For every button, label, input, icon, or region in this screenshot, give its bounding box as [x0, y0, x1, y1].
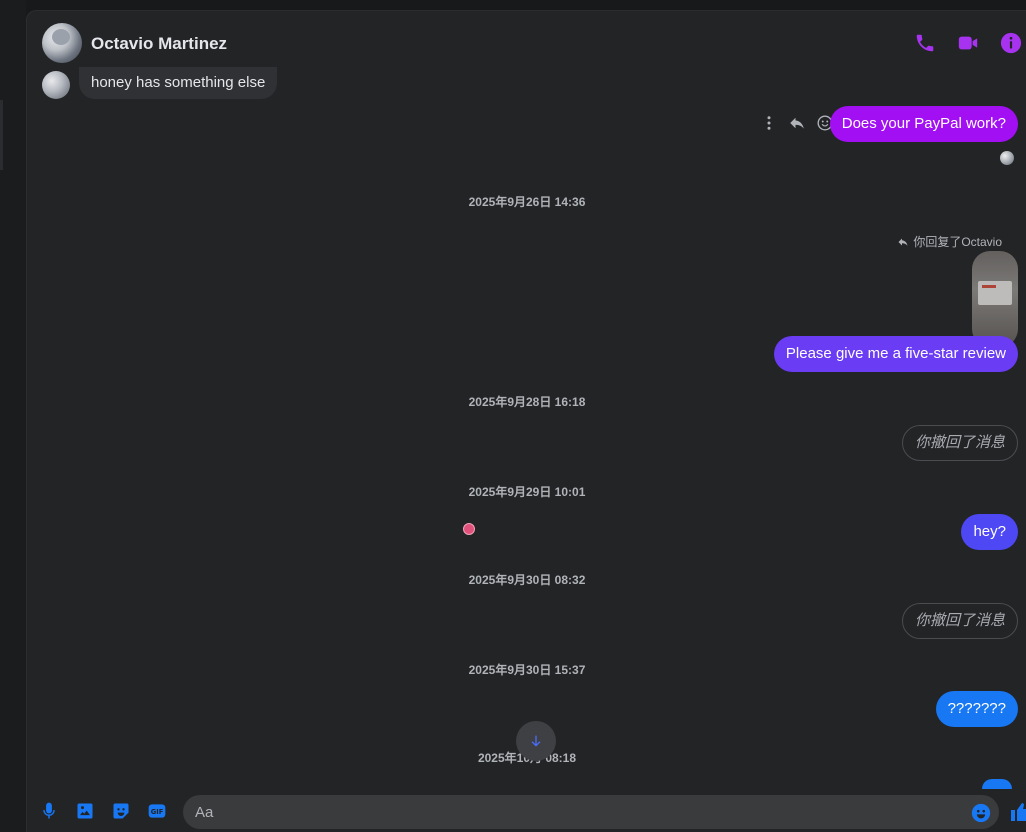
incoming-message[interactable]: honey has something else	[79, 67, 278, 99]
reply-button[interactable]	[788, 114, 806, 132]
call-button[interactable]	[911, 29, 939, 57]
thumbs-up-icon	[1011, 803, 1026, 821]
retracted-message: 你撤回了消息	[901, 425, 1018, 461]
reply-label-text: 你回复了Octavio	[913, 235, 1002, 249]
arrow-down-icon	[531, 735, 541, 747]
outgoing-message-question[interactable]: ???????	[935, 691, 1018, 727]
microphone-icon	[43, 802, 55, 819]
phone-icon	[916, 34, 934, 52]
timestamp: 2025年9月30日 15:37	[468, 663, 586, 677]
chat-window: Octavio Martinez honey has something els…	[26, 10, 1026, 832]
reply-label: 你回复了Octavio	[897, 233, 1002, 250]
outgoing-message-paypal[interactable]: Does your PayPal work?	[829, 106, 1018, 142]
attach-media-button[interactable]	[73, 799, 97, 823]
svg-text:GIF: GIF	[151, 808, 164, 816]
photo-gallery-icon	[77, 803, 93, 819]
timestamp: 2025年9月26日 14:36	[468, 195, 586, 209]
emoji-icon	[971, 803, 991, 823]
timestamp: 2025年9月28日 16:18	[468, 395, 586, 409]
info-icon	[1000, 32, 1022, 54]
messenger-app: Octavio Martinez honey has something els…	[0, 0, 1026, 832]
contact-avatar[interactable]	[42, 23, 82, 63]
timestamp: 2025年9月29日 10:01	[468, 485, 586, 499]
message-input[interactable]	[183, 795, 999, 829]
sender-avatar[interactable]	[42, 71, 70, 99]
voice-clip-button[interactable]	[37, 799, 61, 823]
replied-image-thumbnail[interactable]	[972, 251, 1018, 347]
outgoing-message-hey[interactable]: hey?	[961, 514, 1018, 550]
conversation-info-button[interactable]	[997, 29, 1025, 57]
sticker-button[interactable]	[109, 799, 133, 823]
left-sidebar-edge	[0, 0, 26, 832]
gif-icon: GIF	[148, 804, 166, 818]
scroll-to-bottom-button[interactable]	[516, 721, 556, 761]
sidebar-accent	[0, 100, 3, 170]
message-composer: GIF	[27, 789, 1026, 832]
video-call-button[interactable]	[954, 29, 982, 57]
timestamp: 2025年9月30日 08:32	[468, 573, 586, 587]
gif-button[interactable]: GIF	[145, 799, 169, 823]
video-camera-icon	[958, 36, 978, 50]
reply-arrow-icon	[898, 238, 908, 246]
status-dot	[463, 523, 475, 535]
emoji-button[interactable]	[969, 801, 993, 825]
send-like-button[interactable]	[1009, 799, 1026, 825]
retracted-message: 你撤回了消息	[901, 603, 1018, 639]
more-options-button[interactable]	[760, 114, 778, 132]
sticker-icon	[113, 803, 129, 819]
outgoing-message-review[interactable]: Please give me a five-star review	[773, 336, 1018, 372]
reply-arrow-icon	[790, 117, 804, 129]
seen-indicator-avatar	[1000, 151, 1014, 165]
message-actions	[760, 111, 834, 135]
more-vertical-icon	[767, 116, 771, 130]
contact-name[interactable]: Octavio Martinez	[91, 34, 227, 54]
chat-header: Octavio Martinez	[27, 11, 1026, 73]
partial-message-bubble	[982, 779, 1012, 789]
